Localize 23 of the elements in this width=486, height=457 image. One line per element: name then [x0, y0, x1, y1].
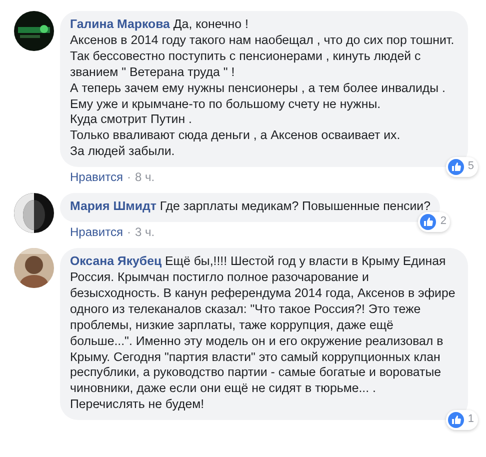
comment-text: Куда смотрит Путин . [70, 112, 193, 128]
comment-text: Так бессовестно поступить с пенсионерами , кинуть людей с званием " Ветерана труда " ! [70, 48, 422, 81]
comment-text: Перечислять не будем! [70, 397, 206, 414]
like-icon [448, 412, 464, 428]
like-link[interactable]: Нравится [70, 170, 123, 184]
separator-dot: · [126, 170, 131, 184]
like-icon [420, 214, 436, 230]
comment-text: Аксенов в 2014 году такого нам наобещал , что до сих пор тошнит. [70, 32, 456, 49]
separator-dot: · [126, 225, 131, 240]
like-icon [448, 159, 464, 176]
like-link[interactable]: Нравится [70, 225, 123, 240]
author-name[interactable]: Мария Шмидт [70, 199, 156, 214]
reaction-count: 5 [468, 159, 474, 174]
comment-text: Оксана Якубец Ещё бы,!!!! Шестой год у власти в Крыму Единая Россия. Крымчан постигло полное разочарование и безысходность. В канун референдума 2014 года, Аксенов в эфире одного из телеканалов сказал: "Что такое Россия?! Это теже проблемы, низкие зарплаты, таже коррупция, даже ещё больше...". Именно эту модель он и его окружение реализовал в Крыму. Сегодня "партия власти" это самый коррупционных клан республики, а руководство партии - самые богатые и вороватые чиновники, даже если они ещё не сидят в тюрьме... . [70, 254, 456, 398]
reaction-count: 1 [468, 412, 474, 428]
comment-text: Галина Маркова Да, конечно ! [70, 17, 250, 33]
comment-text: Ему уже и крымчане-то по большому счету не нужны. [70, 96, 382, 112]
comment-text: Только вваливают сюда деньги , а Аксенов осваивает их. [70, 128, 402, 144]
comment-text: А теперь зачем ему нужны пенсионеры , а тем более инвалиды . [70, 80, 446, 97]
author-name[interactable]: Оксана Якубец [70, 254, 162, 268]
author-name[interactable]: Галина Маркова [70, 17, 170, 31]
comment-text: За людей забыли. [70, 144, 176, 160]
reaction-count: 2 [440, 214, 446, 230]
